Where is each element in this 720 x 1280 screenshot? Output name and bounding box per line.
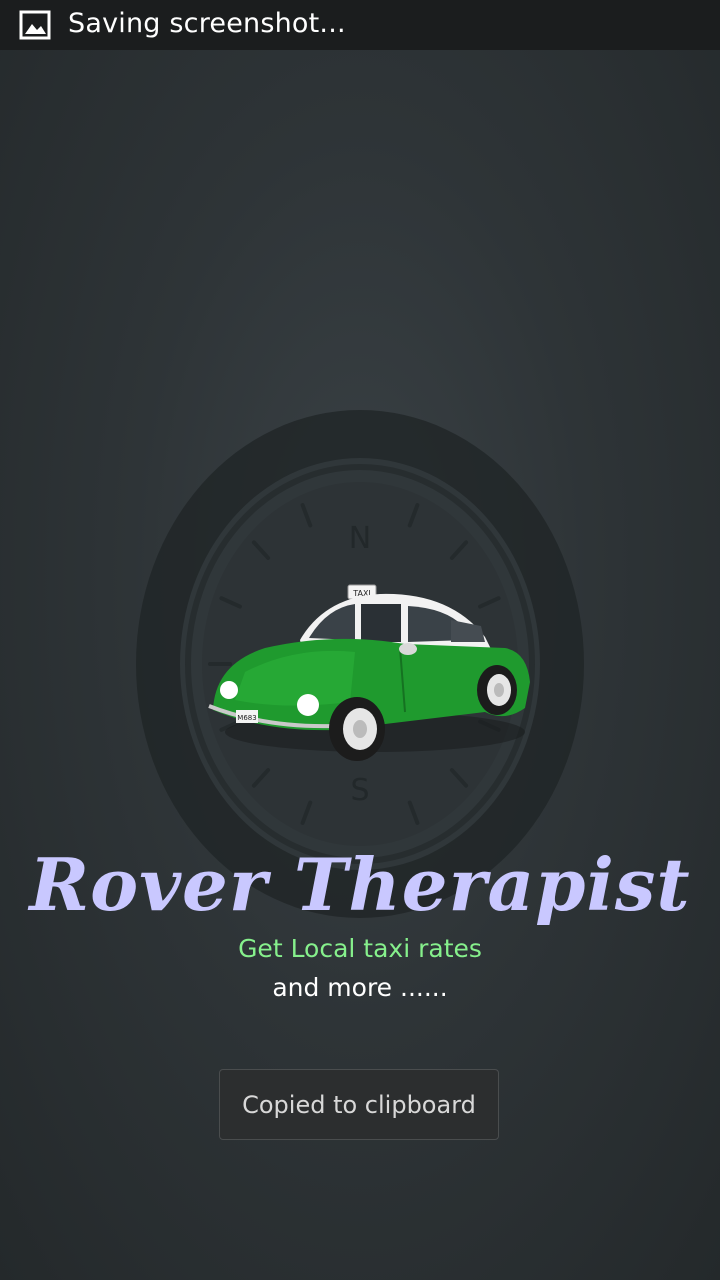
image-icon — [19, 10, 51, 40]
toast-message: Copied to clipboard — [242, 1090, 476, 1119]
license-plate-label: M683 — [237, 714, 256, 722]
compass-south-label: S — [350, 773, 369, 808]
app-title: Rover Therapist — [29, 842, 691, 927]
clipboard-toast: Copied to clipboard — [219, 1069, 499, 1140]
status-bar: Saving screenshot... — [0, 0, 720, 50]
taxi-car-icon: TAXI M683 — [205, 582, 535, 767]
tagline: Get Local taxi rates — [238, 934, 482, 963]
status-text: Saving screenshot... — [68, 8, 346, 39]
compass-north-label: N — [349, 521, 371, 556]
sub-tagline: and more ...... — [272, 973, 448, 1002]
